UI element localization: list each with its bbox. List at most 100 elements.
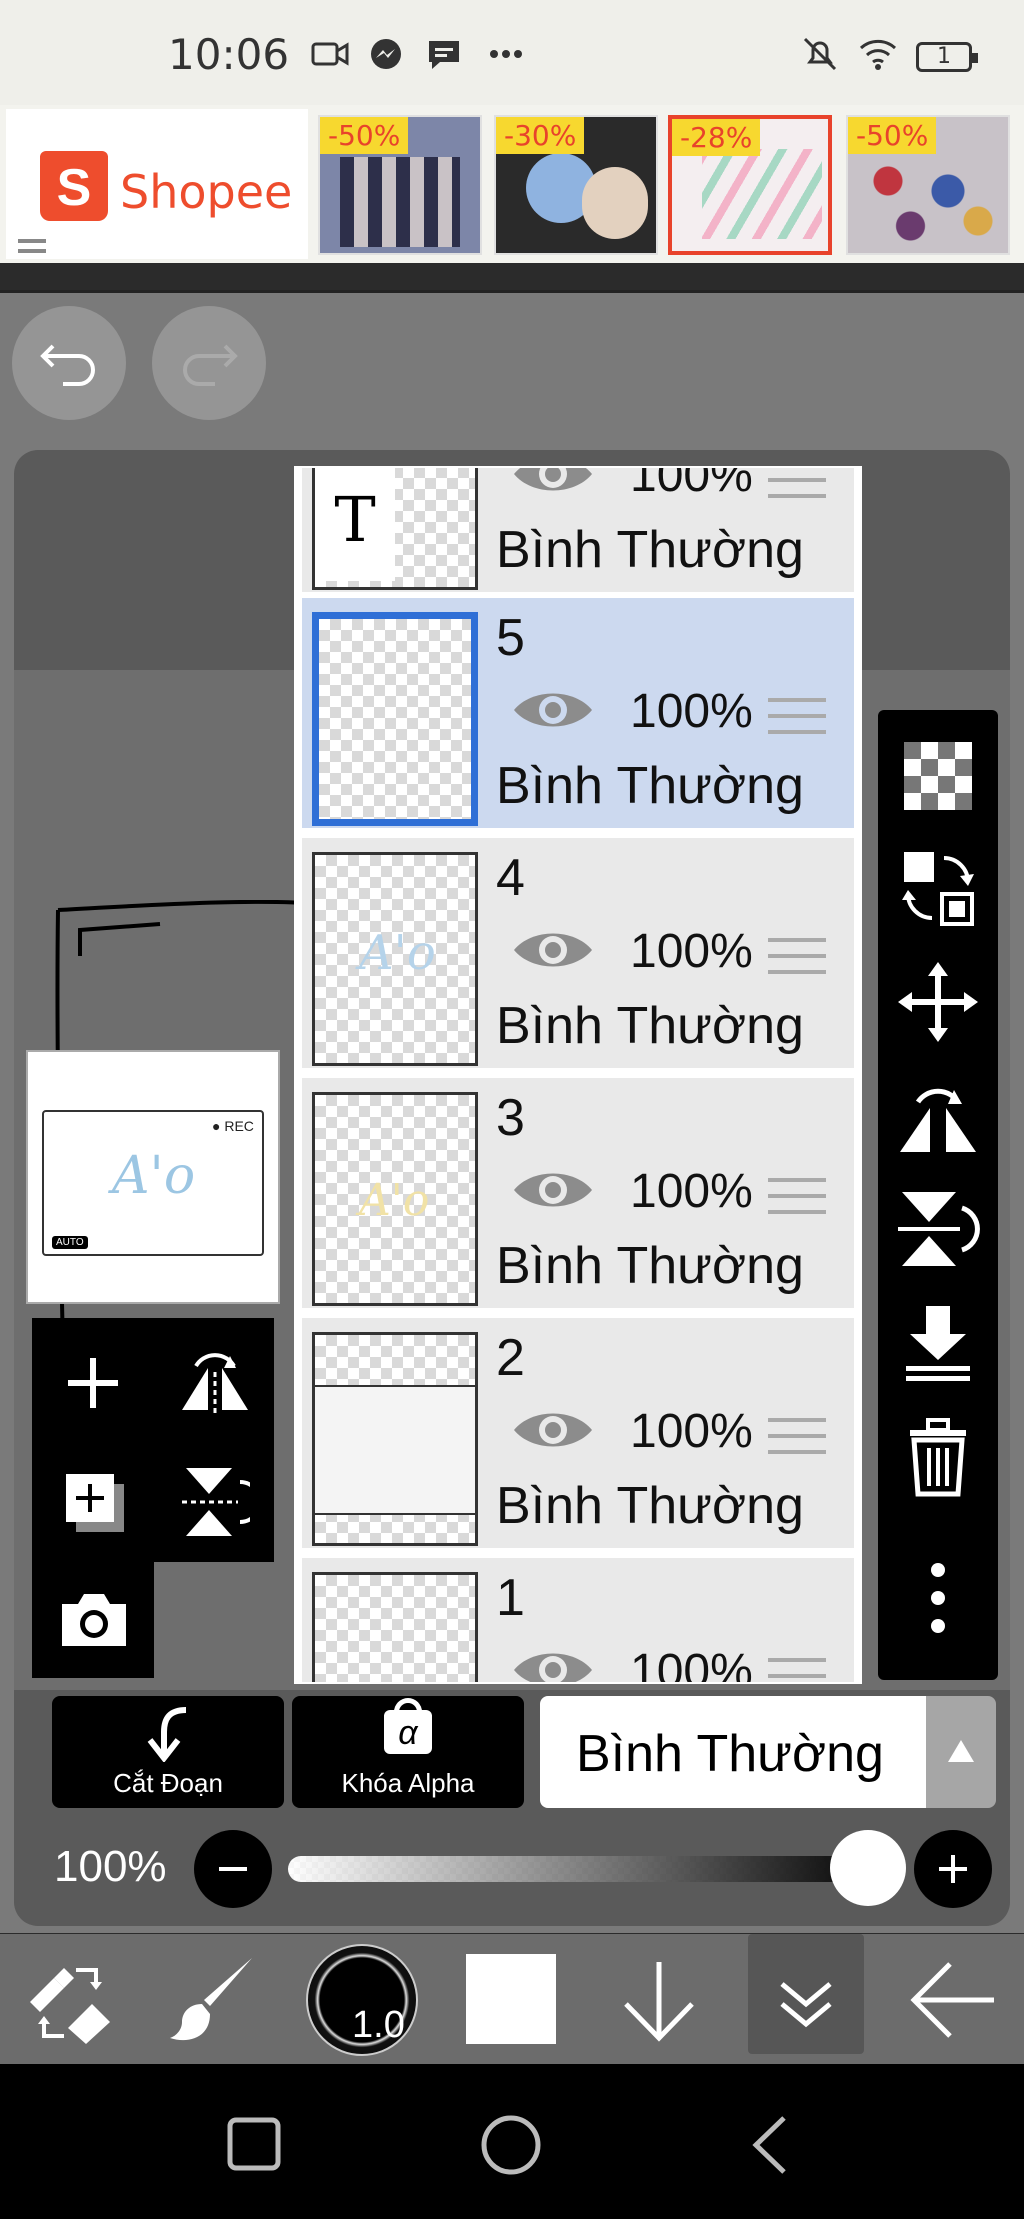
- blend-mode-value: Bình Thường: [576, 1725, 884, 1783]
- drag-handle-icon[interactable]: [768, 1418, 826, 1454]
- clipping-button[interactable]: Cắt Đoạn: [52, 1696, 284, 1808]
- drag-handle-icon[interactable]: [768, 1658, 826, 1682]
- color-swatch[interactable]: [466, 1954, 556, 2044]
- layer-thumbnail: [312, 612, 478, 826]
- flip-vertical-icon[interactable]: [896, 1186, 980, 1270]
- back-arrow-icon[interactable]: [906, 1960, 998, 2040]
- messenger-icon: [371, 39, 401, 69]
- add-layer-icon[interactable]: [62, 1352, 124, 1414]
- merge-down-icon[interactable]: [896, 1300, 980, 1384]
- ad-product[interactable]: -50%: [318, 115, 482, 255]
- visibility-eye-icon[interactable]: [512, 1166, 594, 1214]
- thumbnail-rec: ● REC: [212, 1118, 254, 1134]
- layers-tab[interactable]: [748, 1934, 864, 2054]
- drag-handle-icon[interactable]: [768, 1178, 826, 1214]
- drag-handle-icon[interactable]: [768, 698, 826, 734]
- trash-icon[interactable]: [896, 1414, 980, 1498]
- system-navigation-bar: [0, 2064, 1024, 2219]
- visibility-eye-icon[interactable]: [512, 466, 594, 498]
- ad-banner[interactable]: S Shopee -50% -30% -28% -50%: [0, 105, 1024, 263]
- visibility-eye-icon[interactable]: [512, 1406, 594, 1454]
- duplicate-layer-icon[interactable]: [60, 1468, 130, 1538]
- shopee-bag-icon: S: [40, 151, 108, 221]
- layer-row[interactable]: 1 100%: [302, 1558, 854, 1684]
- blend-mode-dropdown-button[interactable]: [926, 1696, 996, 1808]
- status-bar: 10:06 1: [0, 0, 1024, 110]
- layer-number: 5: [496, 609, 525, 667]
- plus-icon: [939, 1855, 967, 1883]
- ad-product[interactable]: -30%: [494, 115, 658, 255]
- layer-opacity: 100%: [630, 685, 753, 738]
- minus-icon: [219, 1867, 247, 1871]
- ad-product[interactable]: -50%: [846, 115, 1010, 255]
- tool-panel-gap: [154, 1562, 278, 1682]
- drag-handle-icon[interactable]: [768, 468, 826, 498]
- opacity-value: 100%: [54, 1842, 167, 1891]
- ad-product[interactable]: -28%: [668, 115, 832, 255]
- visibility-eye-icon[interactable]: [512, 926, 594, 974]
- layer-row[interactable]: A'o 4 100% Bình Thường: [302, 838, 854, 1072]
- product-image: [858, 151, 1008, 251]
- more-dots-icon: [490, 50, 522, 58]
- shopee-logo[interactable]: S Shopee: [6, 109, 308, 259]
- layer-opacity: 100%: [630, 1405, 753, 1458]
- visibility-eye-icon[interactable]: [512, 1646, 594, 1684]
- recent-apps-icon[interactable]: [226, 2116, 282, 2172]
- opacity-slider[interactable]: [288, 1856, 884, 1882]
- layer-thumb-text: A'o: [359, 925, 436, 981]
- brush-eraser-switch-icon[interactable]: [24, 1958, 116, 2044]
- layer-thumbnail: A'o: [312, 852, 478, 1066]
- shopee-brand: Shopee: [120, 165, 293, 219]
- layer-thumbnail: T: [312, 468, 478, 590]
- bell-muted-icon: [803, 37, 837, 71]
- arrow-down-icon[interactable]: [616, 1958, 702, 2044]
- product-image: [702, 149, 822, 239]
- undo-button[interactable]: [12, 306, 126, 420]
- thumbnail-title: A'o: [112, 1146, 196, 1206]
- alpha-lock-button[interactable]: α Khóa Alpha: [292, 1696, 524, 1808]
- opacity-increase-button[interactable]: [914, 1830, 992, 1908]
- chat-bubble-icon: [429, 41, 459, 69]
- layer-row[interactable]: A'o 3 100% Bình Thường: [302, 1078, 854, 1312]
- flip-horizontal-icon[interactable]: [178, 1348, 252, 1418]
- undo-icon: [40, 344, 95, 386]
- more-vertical-icon[interactable]: [896, 1556, 980, 1640]
- discount-badge: -30%: [496, 117, 585, 154]
- layers-list[interactable]: T 100% Bình Thường 5 100% Bình Thường A'…: [294, 466, 862, 1684]
- brush-size-button[interactable]: 1.0: [306, 1944, 418, 2056]
- home-icon[interactable]: [480, 2114, 542, 2176]
- layer-row[interactable]: T 100% Bình Thường: [302, 466, 854, 596]
- battery-icon: 1: [916, 42, 978, 72]
- bottom-toolbar: 1.0: [0, 1934, 1024, 2064]
- brush-icon[interactable]: [166, 1952, 260, 2046]
- discount-badge: -50%: [848, 117, 937, 154]
- redo-button[interactable]: [152, 306, 266, 420]
- blend-mode-select[interactable]: Bình Thường: [540, 1696, 926, 1808]
- move-arrows-icon[interactable]: [896, 960, 980, 1044]
- checkerboard-transparency-icon[interactable]: [896, 734, 980, 818]
- thumbnail-auto: AUTO: [52, 1236, 88, 1249]
- text-layer-glyph: T: [315, 468, 395, 581]
- layer-thumb-text: A'o: [359, 1175, 430, 1226]
- camera-icon[interactable]: [58, 1588, 130, 1650]
- opacity-slider-handle[interactable]: [830, 1830, 906, 1906]
- swap-layers-icon[interactable]: [896, 846, 980, 930]
- flip-vertical-icon[interactable]: [180, 1464, 250, 1540]
- canvas-thumbnail[interactable]: ● REC A'o AUTO: [26, 1050, 280, 1304]
- layer-thumb-frame: [315, 1385, 475, 1515]
- layer-row[interactable]: 2 100% Bình Thường: [302, 1318, 854, 1552]
- layer-row-selected[interactable]: 5 100% Bình Thường: [302, 598, 854, 832]
- drag-handle-icon[interactable]: [768, 938, 826, 974]
- alpha-lock-label: Khóa Alpha: [341, 1768, 475, 1798]
- back-icon[interactable]: [748, 2114, 792, 2176]
- right-tool-panel: [878, 710, 998, 1680]
- layer-number: 4: [496, 849, 525, 907]
- status-time: 10:06: [168, 30, 290, 79]
- layer-blend-mode: Bình Thường: [496, 521, 804, 579]
- opacity-decrease-button[interactable]: [194, 1830, 272, 1908]
- layer-blend-mode: Bình Thường: [496, 997, 804, 1055]
- flip-horizontal-icon[interactable]: [896, 1074, 980, 1158]
- discount-badge: -28%: [672, 119, 761, 156]
- layer-blend-mode: Bình Thường: [496, 1477, 804, 1535]
- visibility-eye-icon[interactable]: [512, 686, 594, 734]
